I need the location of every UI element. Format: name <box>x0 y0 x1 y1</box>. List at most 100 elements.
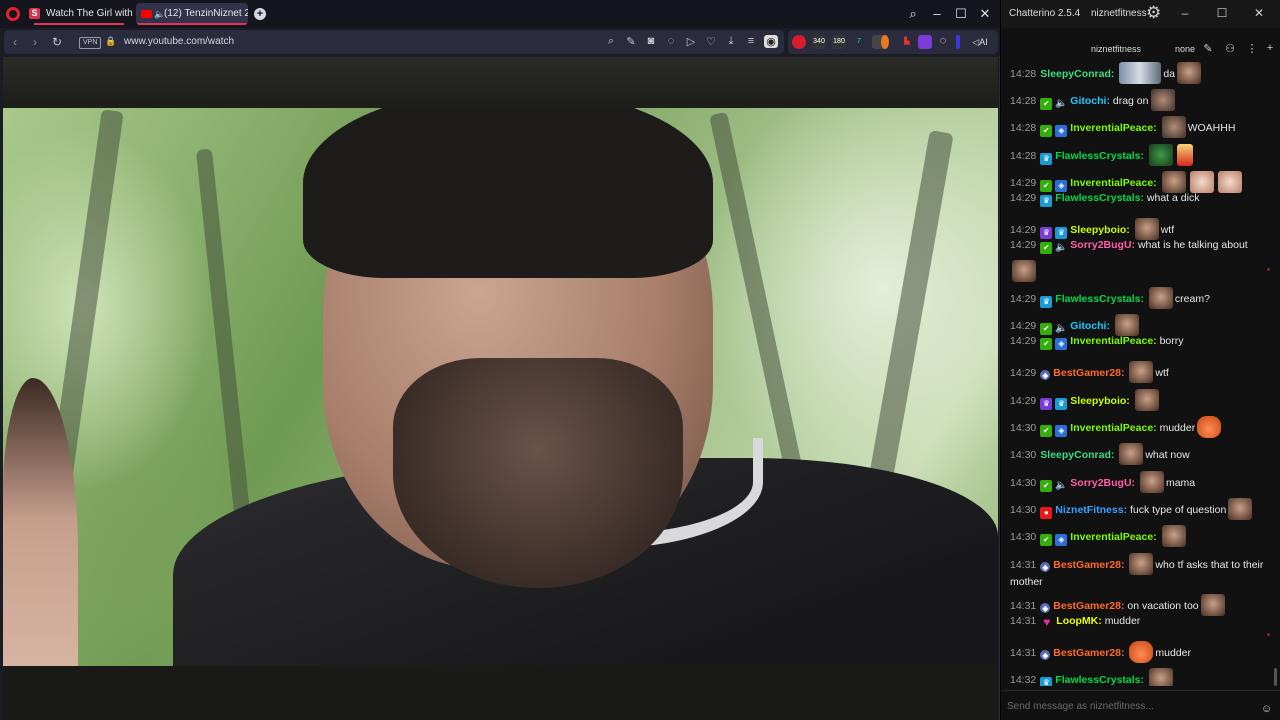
emote-icon[interactable] <box>1177 62 1201 84</box>
moderator-badge-icon[interactable]: ✔ <box>1040 480 1053 492</box>
moderator-badge-icon[interactable]: ✔ <box>1040 338 1053 350</box>
account-name[interactable]: niznetfitness <box>1091 8 1147 19</box>
chat-message[interactable]: 14:29 ♛ ♛ Sleepyboio: <box>1010 389 1270 411</box>
prime-badge-icon[interactable]: ♛ <box>1040 677 1053 686</box>
message-username[interactable]: NiznetFitness: <box>1055 504 1127 516</box>
emote-icon[interactable] <box>1189 171 1214 193</box>
chat-message[interactable]: 14:32 ♛ FlawlessCrystals: <box>1010 668 1270 686</box>
prime-badge-icon[interactable]: ♛ <box>1040 296 1053 308</box>
moderator-badge-icon[interactable]: ✔ <box>1040 534 1053 546</box>
add-split-icon[interactable]: + <box>1263 42 1277 54</box>
emote-icon[interactable] <box>1197 416 1222 438</box>
emote-icon[interactable] <box>1139 471 1164 493</box>
emote-icon[interactable] <box>1114 314 1139 336</box>
message-username[interactable]: BestGamer28: <box>1053 559 1124 571</box>
channel-name[interactable]: niznetfitness <box>1001 44 1231 54</box>
chat-message[interactable]: 14:29 ✔ ◈ InverentialPeace: <box>1010 171 1270 193</box>
download-icon[interactable]: ⤓ <box>724 35 738 48</box>
message-username[interactable]: LoopMK: <box>1056 615 1101 627</box>
opera-ext-icon[interactable] <box>792 35 806 49</box>
maximize-button[interactable]: ☐ <box>1214 6 1230 20</box>
more-icon[interactable]: ⋮ <box>1245 42 1259 55</box>
ext-twitch-icon[interactable] <box>918 35 932 49</box>
vip-badge-icon[interactable]: ◈ <box>1055 338 1068 350</box>
emote-icon[interactable] <box>1119 443 1144 465</box>
gem-badge-icon[interactable]: ◆ <box>1040 562 1051 572</box>
chat-scrollbar[interactable] <box>1273 58 1278 686</box>
vpn-badge[interactable]: VPN <box>79 37 102 49</box>
minimize-button[interactable]: – <box>928 6 946 21</box>
scroll-thumb[interactable] <box>1274 668 1277 686</box>
emote-icon[interactable] <box>1161 116 1186 138</box>
chat-message[interactable]: 14:30 ● NiznetFitness: fuck type of questi… <box>1010 498 1270 520</box>
emote-icon[interactable] <box>1217 171 1242 193</box>
menu-icon[interactable]: ≡ <box>744 35 758 47</box>
message-username[interactable]: InverentialPeace: <box>1070 531 1156 543</box>
forward-icon[interactable]: › <box>28 35 42 49</box>
vip-badge-icon[interactable]: ◈ <box>1055 425 1068 437</box>
chat-message[interactable]: 14:29 ✔ 🔈 Sorry2BugU: what is he talking ab… <box>1010 238 1270 282</box>
chat-message[interactable]: 14:29 ♛ FlawlessCrystals: what a dick <box>1010 191 1270 207</box>
play-icon[interactable]: ▷ <box>684 35 698 48</box>
broadcaster-badge-icon[interactable]: ● <box>1040 507 1053 519</box>
back-icon[interactable]: ‹ <box>8 35 22 49</box>
edit-icon[interactable]: ✎ <box>624 35 638 48</box>
ext-counter-340[interactable]: 340 <box>812 35 826 49</box>
lock-icon[interactable]: 🔒 <box>105 36 116 47</box>
emote-icon[interactable] <box>1148 144 1173 166</box>
message-username[interactable]: Gitochi: <box>1070 95 1110 107</box>
heart-badge-icon[interactable]: ♥ <box>1040 616 1053 628</box>
message-username[interactable]: InverentialPeace: <box>1070 422 1156 434</box>
emote-icon[interactable] <box>1119 62 1162 84</box>
emote-icon[interactable] <box>1161 171 1186 193</box>
message-username[interactable]: FlawlessCrystals: <box>1055 293 1144 305</box>
search-icon[interactable]: ⌕ <box>604 35 618 48</box>
chat-messages[interactable]: 14:28 SleepyConrad: da 14:28 ✔ 🔈 Gitochi: dra… <box>1001 58 1273 686</box>
message-username[interactable]: FlawlessCrystals: <box>1055 192 1144 204</box>
url-text[interactable]: www.youtube.com/watch <box>124 36 234 47</box>
message-username[interactable]: Sorry2BugU: <box>1070 477 1135 489</box>
message-username[interactable]: BestGamer28: <box>1053 367 1124 379</box>
message-username[interactable]: BestGamer28: <box>1053 600 1124 612</box>
chat-message[interactable]: 14:30 ✔ 🔈 Sorry2BugU: mama <box>1010 471 1270 493</box>
chat-message[interactable]: 14:29 ♛ FlawlessCrystals: cream? <box>1010 287 1270 309</box>
opera-menu-icon[interactable] <box>6 7 20 21</box>
chat-mode[interactable]: none <box>1175 44 1195 54</box>
emote-icon[interactable] <box>1129 361 1154 383</box>
pencil-icon[interactable]: ✎ <box>1201 42 1215 55</box>
tab-watch-girl[interactable]: S Watch The Girl with the D <box>24 3 134 25</box>
ext-cube-icon[interactable]: ⬡ <box>936 35 950 49</box>
message-username[interactable]: InverentialPeace: <box>1070 177 1156 189</box>
address-bar[interactable]: ‹ › ↻ VPN 🔒 www.youtube.com/watch ⌕ ✎ ◙ … <box>4 30 784 54</box>
reload-icon[interactable]: ↻ <box>50 35 64 49</box>
vip-badge-icon[interactable]: ◈ <box>1055 125 1068 137</box>
chat-message[interactable]: 14:28 SleepyConrad: da <box>1010 62 1270 84</box>
ai-button[interactable]: ◁AI <box>966 35 994 49</box>
subscriber-badge-icon[interactable]: ♛ <box>1040 398 1053 410</box>
moderator-badge-icon[interactable]: ✔ <box>1040 125 1053 137</box>
chat-message[interactable]: 14:29 ♛ ♛ Sleepyboio: wtf <box>1010 218 1270 240</box>
message-username[interactable]: Sorry2BugU: <box>1070 239 1135 251</box>
chat-message[interactable]: 14:31 ♥ LoopMK: mudder <box>1010 614 1270 628</box>
tab-tenzin-niznet[interactable]: 🔈 (12) TenzinNiznet 202 <box>136 3 248 25</box>
message-username[interactable]: Sleepyboio: <box>1070 395 1130 407</box>
chat-message[interactable]: 14:28 ♛ FlawlessCrystals: <box>1010 144 1270 166</box>
shield-icon[interactable]: ◌ <box>664 35 678 47</box>
close-button[interactable]: ✕ <box>1251 6 1267 20</box>
chat-message[interactable]: 14:30 ✔ ◈ InverentialPeace: mudder <box>1010 416 1270 438</box>
profile-icon[interactable]: ◉ <box>764 35 778 48</box>
message-username[interactable]: Sleepyboio: <box>1070 224 1130 236</box>
emote-icon[interactable] <box>1129 641 1154 663</box>
prime-badge-icon[interactable]: ♛ <box>1040 153 1053 165</box>
chat-message[interactable]: 14:30 ✔ ◈ InverentialPeace: <box>1010 525 1270 547</box>
sound-badge-icon[interactable]: 🔈 <box>1055 242 1067 254</box>
gear-icon[interactable]: ⚙ <box>1146 3 1161 23</box>
gem-badge-icon[interactable]: ◆ <box>1040 650 1051 660</box>
chat-message[interactable]: 14:29 ◆ BestGamer28: wtf <box>1010 361 1270 383</box>
chat-message[interactable]: 14:28 ✔ 🔈 Gitochi: drag on <box>1010 89 1270 111</box>
sound-badge-icon[interactable]: 🔈 <box>1055 480 1067 492</box>
chat-message[interactable]: 14:30 SleepyConrad: what now <box>1010 443 1270 465</box>
chat-message[interactable]: 14:31 ◆ BestGamer28: on vacation too <box>1010 594 1270 616</box>
message-username[interactable]: BestGamer28: <box>1053 647 1124 659</box>
message-input[interactable] <box>1007 697 1257 715</box>
